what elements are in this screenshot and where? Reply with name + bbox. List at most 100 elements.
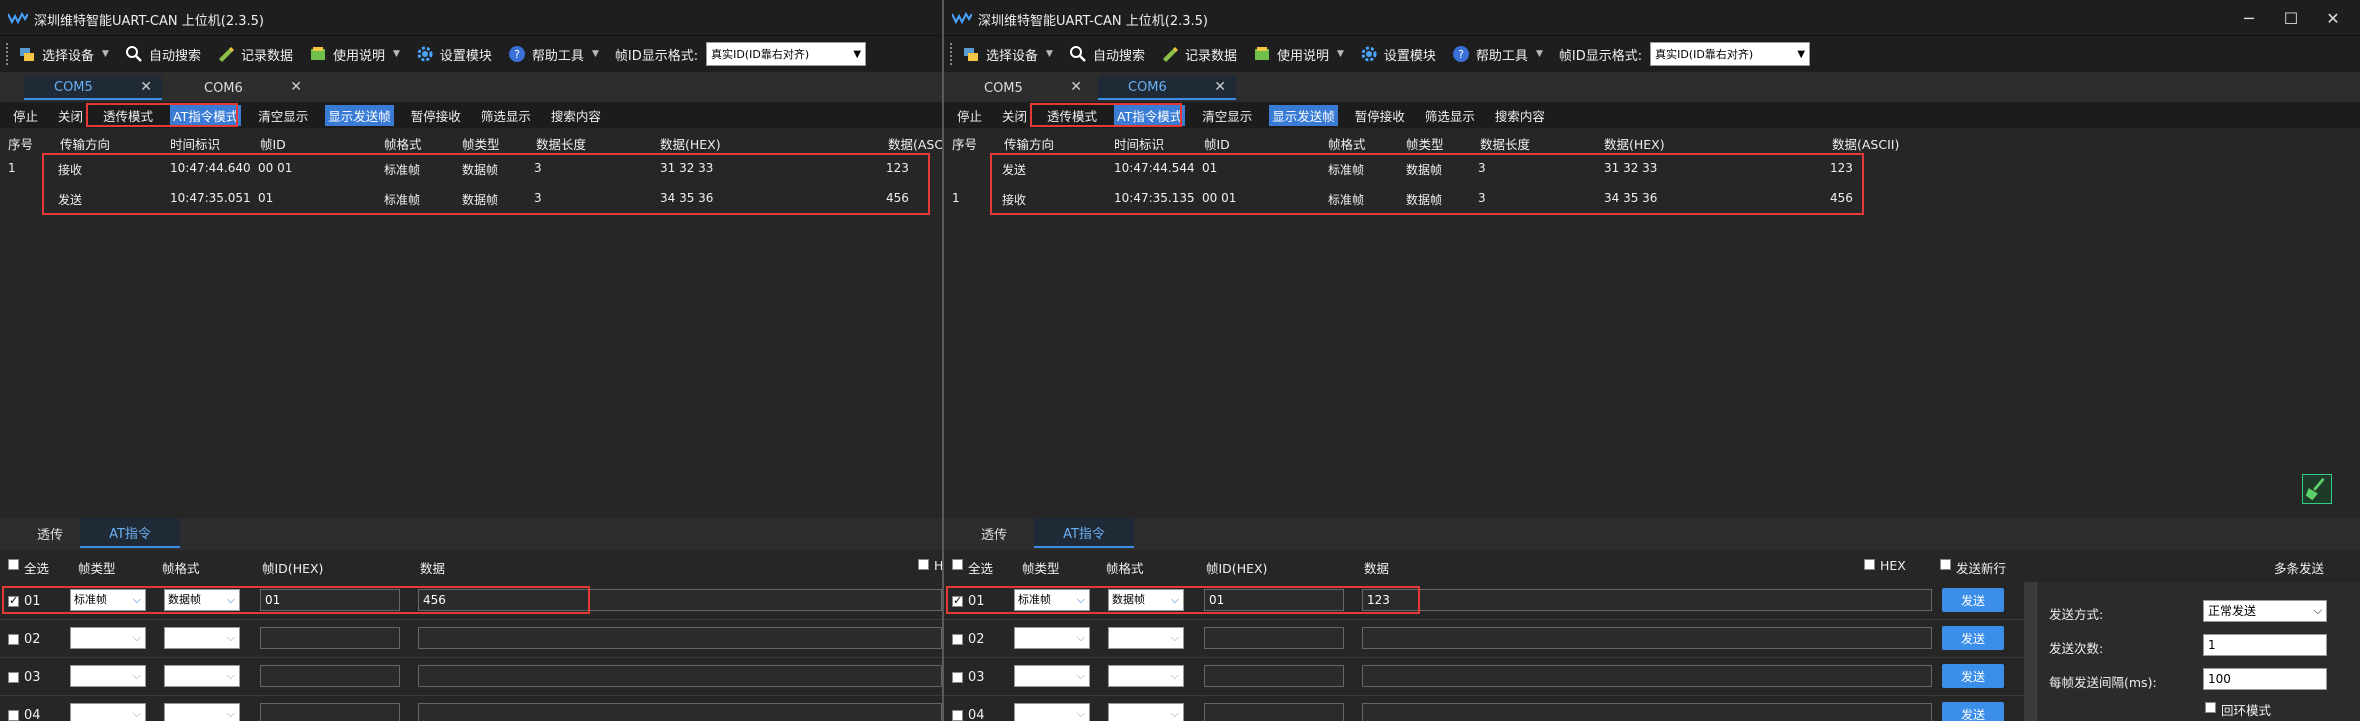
- frame-type-select[interactable]: 标准帧 ⌵: [70, 589, 146, 611]
- frame-id-input[interactable]: [1204, 627, 1344, 649]
- row-checkbox[interactable]: [952, 672, 963, 683]
- row-checkbox[interactable]: [952, 634, 963, 645]
- data-input[interactable]: [418, 627, 942, 649]
- data-input[interactable]: [1362, 665, 1932, 687]
- frame-format-select[interactable]: ⌵: [164, 665, 240, 687]
- at-command-mode-button[interactable]: AT指令模式: [1114, 104, 1186, 126]
- send-method-select[interactable]: 正常发送 ⌵: [2203, 600, 2327, 622]
- close-button[interactable]: 关闭: [55, 105, 86, 126]
- search-content-button[interactable]: 搜索内容: [1492, 105, 1548, 126]
- frame-id-format-select[interactable]: 真实ID(ID靠右对齐) ▼: [706, 42, 867, 66]
- close-icon[interactable]: ✕: [290, 79, 302, 95]
- frame-id-format-select[interactable]: 真实ID(ID靠右对齐) ▼: [1650, 42, 1811, 66]
- help-tools-button[interactable]: ? 帮助工具 ▼: [1452, 45, 1543, 64]
- hex-checkbox[interactable]: [918, 559, 929, 570]
- frame-format-select[interactable]: ⌵: [1108, 627, 1184, 649]
- send-button[interactable]: 发送: [1942, 588, 2004, 612]
- data-input[interactable]: [418, 665, 942, 687]
- tab-com6[interactable]: COM6 ✕: [1098, 76, 1236, 100]
- tab-at-command[interactable]: AT指令: [80, 518, 180, 548]
- send-button[interactable]: 发送: [1942, 664, 2004, 688]
- frame-type-select[interactable]: ⌵: [1014, 665, 1090, 687]
- frame-format-select[interactable]: ⌵: [1108, 703, 1184, 721]
- row-checkbox[interactable]: [8, 634, 19, 645]
- frame-id-input[interactable]: [260, 627, 400, 649]
- frame-format-select[interactable]: 数据帧 ⌵: [164, 589, 240, 611]
- toolbar-grip[interactable]: [6, 43, 10, 65]
- filter-display-button[interactable]: 筛选显示: [478, 105, 534, 126]
- frame-format-select[interactable]: ⌵: [1108, 665, 1184, 687]
- frame-format-select[interactable]: 数据帧 ⌵: [1108, 589, 1184, 611]
- auto-search-button[interactable]: 自动搜索: [1069, 45, 1145, 64]
- row-checkbox[interactable]: [952, 710, 963, 721]
- data-input[interactable]: 456: [418, 589, 942, 611]
- filter-display-button[interactable]: 筛选显示: [1422, 105, 1478, 126]
- search-content-button[interactable]: 搜索内容: [548, 105, 604, 126]
- module-settings-button[interactable]: 设置模块: [416, 45, 492, 64]
- data-input[interactable]: [418, 703, 942, 721]
- frame-type-select[interactable]: ⌵: [1014, 703, 1090, 721]
- record-data-button[interactable]: 记录数据: [1161, 45, 1237, 64]
- table-row[interactable]: 1 接收 10:47:35.135 00 01 标准帧 数据帧 3 34 35 …: [944, 184, 2360, 212]
- tab-at-command[interactable]: AT指令: [1034, 518, 1134, 548]
- row-checkbox[interactable]: [8, 710, 19, 721]
- close-icon[interactable]: ✕: [1214, 79, 1226, 95]
- auto-search-button[interactable]: 自动搜索: [125, 45, 201, 64]
- loop-mode-checkbox[interactable]: [2205, 702, 2216, 713]
- clear-display-button[interactable]: 清空显示: [255, 105, 311, 126]
- frame-id-input[interactable]: 01: [1204, 589, 1344, 611]
- frame-type-select[interactable]: ⌵: [1014, 627, 1090, 649]
- passthrough-mode-button[interactable]: 透传模式: [1044, 105, 1100, 126]
- frame-id-input[interactable]: [260, 703, 400, 721]
- at-command-mode-button[interactable]: AT指令模式: [170, 104, 242, 126]
- interval-input[interactable]: 100: [2203, 668, 2327, 690]
- send-count-input[interactable]: 1: [2203, 634, 2327, 656]
- tab-passthrough[interactable]: 透传: [944, 518, 1044, 548]
- pause-receive-button[interactable]: 暂停接收: [1352, 105, 1408, 126]
- select-device-button[interactable]: 选择设备 ▼: [962, 45, 1053, 64]
- module-settings-button[interactable]: 设置模块: [1360, 45, 1436, 64]
- tab-com6[interactable]: COM6 ✕: [174, 76, 312, 100]
- maximize-icon[interactable]: ☐: [2274, 6, 2308, 30]
- record-data-button[interactable]: 记录数据: [217, 45, 293, 64]
- frame-type-select[interactable]: ⌵: [70, 627, 146, 649]
- select-all-checkbox[interactable]: [952, 559, 963, 570]
- frame-type-select[interactable]: ⌵: [70, 703, 146, 721]
- hex-checkbox[interactable]: [1864, 559, 1875, 570]
- send-button[interactable]: 发送: [1942, 702, 2004, 721]
- minimize-icon[interactable]: ─: [2232, 6, 2266, 30]
- passthrough-mode-button[interactable]: 透传模式: [100, 105, 156, 126]
- table-row[interactable]: 发送 10:47:35.051 01 标准帧 数据帧 3 34 35 36 45…: [0, 184, 942, 212]
- show-sent-frames-button[interactable]: 显示发送帧: [325, 104, 394, 126]
- select-all-checkbox[interactable]: [8, 559, 19, 570]
- clear-display-button[interactable]: 清空显示: [1199, 105, 1255, 126]
- frame-type-select[interactable]: 标准帧 ⌵: [1014, 589, 1090, 611]
- stop-button[interactable]: 停止: [10, 105, 41, 126]
- close-icon[interactable]: ✕: [140, 79, 152, 95]
- toolbar-grip[interactable]: [950, 43, 954, 65]
- row-checkbox[interactable]: [952, 594, 963, 607]
- clear-broom-icon[interactable]: [2302, 474, 2332, 504]
- show-sent-frames-button[interactable]: 显示发送帧: [1269, 104, 1338, 126]
- instructions-button[interactable]: 使用说明 ▼: [309, 45, 400, 64]
- table-row[interactable]: 发送 10:47:44.544 01 标准帧 数据帧 3 31 32 33 12…: [944, 154, 2360, 182]
- stop-button[interactable]: 停止: [954, 105, 985, 126]
- frame-id-input[interactable]: [1204, 665, 1344, 687]
- frame-format-select[interactable]: ⌵: [164, 703, 240, 721]
- send-newline-checkbox[interactable]: [1940, 559, 1951, 570]
- select-device-button[interactable]: 选择设备 ▼: [18, 45, 109, 64]
- data-input[interactable]: [1362, 627, 1932, 649]
- close-icon[interactable]: ✕: [1070, 79, 1082, 95]
- row-checkbox[interactable]: [8, 594, 19, 607]
- send-list-scrollbar[interactable]: [2024, 582, 2036, 721]
- data-input[interactable]: 123: [1362, 589, 1932, 611]
- close-button[interactable]: 关闭: [999, 105, 1030, 126]
- pause-receive-button[interactable]: 暂停接收: [408, 105, 464, 126]
- close-icon[interactable]: ✕: [2316, 6, 2350, 30]
- data-input[interactable]: [1362, 703, 1932, 721]
- frame-id-input[interactable]: [260, 665, 400, 687]
- row-checkbox[interactable]: [8, 672, 19, 683]
- frame-id-input[interactable]: [1204, 703, 1344, 721]
- help-tools-button[interactable]: ? 帮助工具 ▼: [508, 45, 599, 64]
- tab-com5[interactable]: COM5 ✕: [24, 76, 162, 100]
